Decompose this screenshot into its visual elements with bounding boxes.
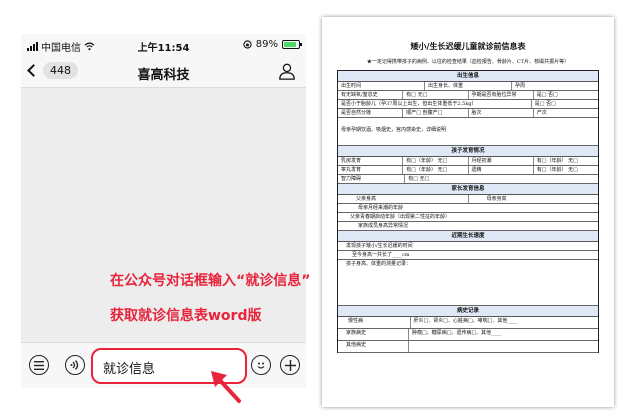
section-heading: 出生信息 (338, 71, 598, 82)
table-cell: 是否小于胎龄儿（孕37周以上出生，但出生体重低于2.5kg） (338, 100, 532, 108)
table-row: 家族成员身高异常情况 (338, 222, 598, 231)
table-cell: 有□（年龄） 无□ (536, 167, 578, 173)
table-cell: 乳房发育 (338, 157, 404, 165)
section-heading: 孩子发育情况 (338, 146, 598, 157)
table-cell: 胎次 (469, 109, 534, 117)
table-cell: 有□（年龄） 无□ (403, 157, 469, 165)
table-row: 其他病史 (338, 341, 598, 353)
table-row: 发现孩子矮小/生长迟缓的时间 (338, 242, 598, 251)
table-row: 母亲月经来潮的年龄 (338, 204, 598, 213)
battery-percent: 89% (255, 39, 278, 50)
table-cell: 出生时间 (338, 82, 425, 90)
table-cell: 有□ 无□ (403, 91, 469, 99)
profile-icon[interactable] (278, 62, 296, 80)
table-cell: 睾丸发育 (338, 166, 404, 174)
phone-screen: 中国电信 上午11:54 89% 448 喜高科技 就诊信息 (21, 34, 306, 388)
table-cell: 孕周 (515, 83, 526, 89)
table-cell: 母亲身高 (486, 196, 507, 202)
table-cell: 慢性病 (338, 317, 411, 328)
table-row: 父亲身高 母亲身高 (338, 195, 598, 204)
table-cell: 父亲身高 (338, 195, 469, 203)
table-cell: 产次 (536, 110, 547, 116)
section-heading: 病史记录 (338, 306, 598, 317)
table-cell: 有□（年龄） 无□ (403, 166, 469, 174)
table-cell (409, 341, 598, 352)
chat-title: 喜高科技 (137, 68, 190, 83)
chat-message-area[interactable] (21, 88, 306, 342)
table-cell: 肝炎□、肾炎□、心脏病□、哮喘□、其他____ (413, 318, 518, 324)
table-row: 慢性病 肝炎□、肾炎□、心脏病□、哮喘□、其他____ (338, 317, 598, 329)
voice-icon[interactable] (65, 355, 85, 375)
arrow-icon (211, 371, 241, 403)
section-heading: 近期生长速度 (338, 231, 598, 242)
table-row: 是否自然分娩 顺产□ 剖腹产□ 胎次 产次 (338, 109, 598, 118)
form-table: 出生信息 出生时间 出生身长、体重 孕周 有无缺氧/窒息史 有□ 无□ 孕期是否… (337, 70, 599, 353)
add-icon[interactable] (280, 355, 300, 375)
table-row: 乳房发育 有□（年龄） 无□ 月经初潮 有□（年龄） 无□ (338, 157, 598, 166)
screenshot-canvas: 中国电信 上午11:54 89% 448 喜高科技 就诊信息 在公众号对话框输入… (0, 0, 640, 419)
table-row: 睾丸发育 有□（年龄） 无□ 遗精 有□（年龄） 无□ (338, 166, 598, 175)
table-cell: 有□ 无□ (408, 176, 430, 182)
table-cell: 智力障碍 (338, 175, 406, 183)
table-row: 智力障碍 有□ 无□ (338, 175, 598, 184)
table-cell: 至今身高一共长了____cm (352, 252, 410, 258)
table-cell: 家族病史 (338, 329, 409, 340)
instruction-line-1: 在公众号对话框输入“就诊信息” (110, 273, 311, 289)
list-icon[interactable] (29, 355, 49, 375)
status-bar: 中国电信 上午11:54 89% (21, 34, 306, 56)
chat-header: 448 喜高科技 (21, 56, 306, 88)
table-row: 家族病史 肿瘤□、糖尿病□、遗传病□、其他____ (338, 329, 598, 341)
table-cell: 月经初潮 (469, 157, 534, 165)
table-cell: 家族成员身高异常情况 (358, 223, 409, 229)
document-title: 矮小/生长迟缓儿童就诊前信息表 (410, 41, 526, 51)
status-right: 89% (243, 39, 302, 50)
table-cell: 母亲孕期饮酒、吸烟史，宫内感染史，详细说明 (341, 127, 447, 133)
table-row: 父亲青春期启动年龄（出现第二性征的年龄） (338, 213, 598, 222)
table-row: 是否小于胎龄儿（孕37周以上出生，但出生体重低于2.5kg） 是□ 否□ (338, 100, 598, 109)
table-cell: 母亲月经来潮的年龄 (358, 205, 404, 211)
form-document: 矮小/生长迟缓儿童就诊前信息表 ★一定记得携带孩子的病例、以往的检查结果（血检报… (322, 17, 614, 407)
table-row: 孩子身高、体重的测量记录： (338, 260, 598, 306)
table-cell: 孩子身高、体重的测量记录： (346, 261, 412, 267)
table-row: 出生时间 出生身长、体重 孕周 (338, 82, 598, 91)
table-row: 至今身高一共长了____cm (338, 251, 598, 260)
emoji-icon[interactable] (251, 355, 271, 375)
instruction-line-2: 获取就诊信息表word版 (110, 308, 262, 324)
table-cell: 父亲青春期启动年龄（出现第二性征的年龄） (350, 214, 451, 220)
table-cell: 有□（年龄） 无□ (536, 158, 578, 164)
table-row: 有无缺氧/窒息史 有□ 无□ 孕期是否有胎位异常 是□ 否□ (338, 91, 598, 100)
table-cell: 孕期是否有胎位异常 (469, 91, 534, 99)
table-cell: 是□ 否□ (534, 101, 556, 107)
table-cell: 其他病史 (338, 341, 409, 352)
table-cell: 出生身长、体重 (425, 82, 512, 90)
table-cell: 是否自然分娩 (338, 109, 404, 117)
document-subtitle: ★一定记得携带孩子的病例、以往的检查结果（血检报告、骨龄片、CT片、核磁共振片等… (366, 59, 570, 65)
section-heading: 家长发育信息 (338, 184, 598, 195)
table-cell: 发现孩子矮小/生长迟缓的时间 (346, 243, 413, 249)
table-cell: 肿瘤□、糖尿病□、遗传病□、其他____ (412, 330, 502, 336)
lock-rotation-icon (243, 40, 252, 49)
table-cell: 有无缺氧/窒息史 (338, 91, 404, 99)
table-cell: 是□ 否□ (536, 92, 558, 98)
table-cell: 顺产□ 剖腹产□ (403, 109, 469, 117)
chat-input-bar: 就诊信息 (21, 342, 306, 388)
table-row: 母亲孕期饮酒、吸烟史，宫内感染史，详细说明 (338, 118, 598, 146)
battery-fill (284, 42, 297, 47)
battery-icon (282, 40, 302, 49)
table-cell: 遗精 (469, 166, 534, 174)
